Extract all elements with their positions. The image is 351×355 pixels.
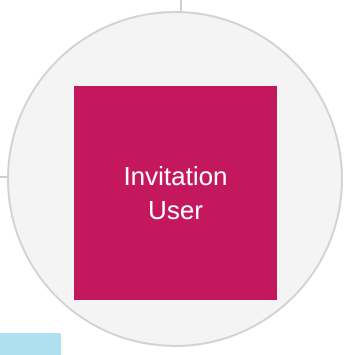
node-label-line-2: User (148, 195, 203, 225)
node-label-line-1: Invitation (123, 161, 228, 191)
diagram-canvas: Invitation User (0, 0, 351, 355)
invitation-user-node[interactable]: Invitation User (74, 86, 277, 300)
adjacent-node-edge[interactable] (0, 333, 61, 355)
